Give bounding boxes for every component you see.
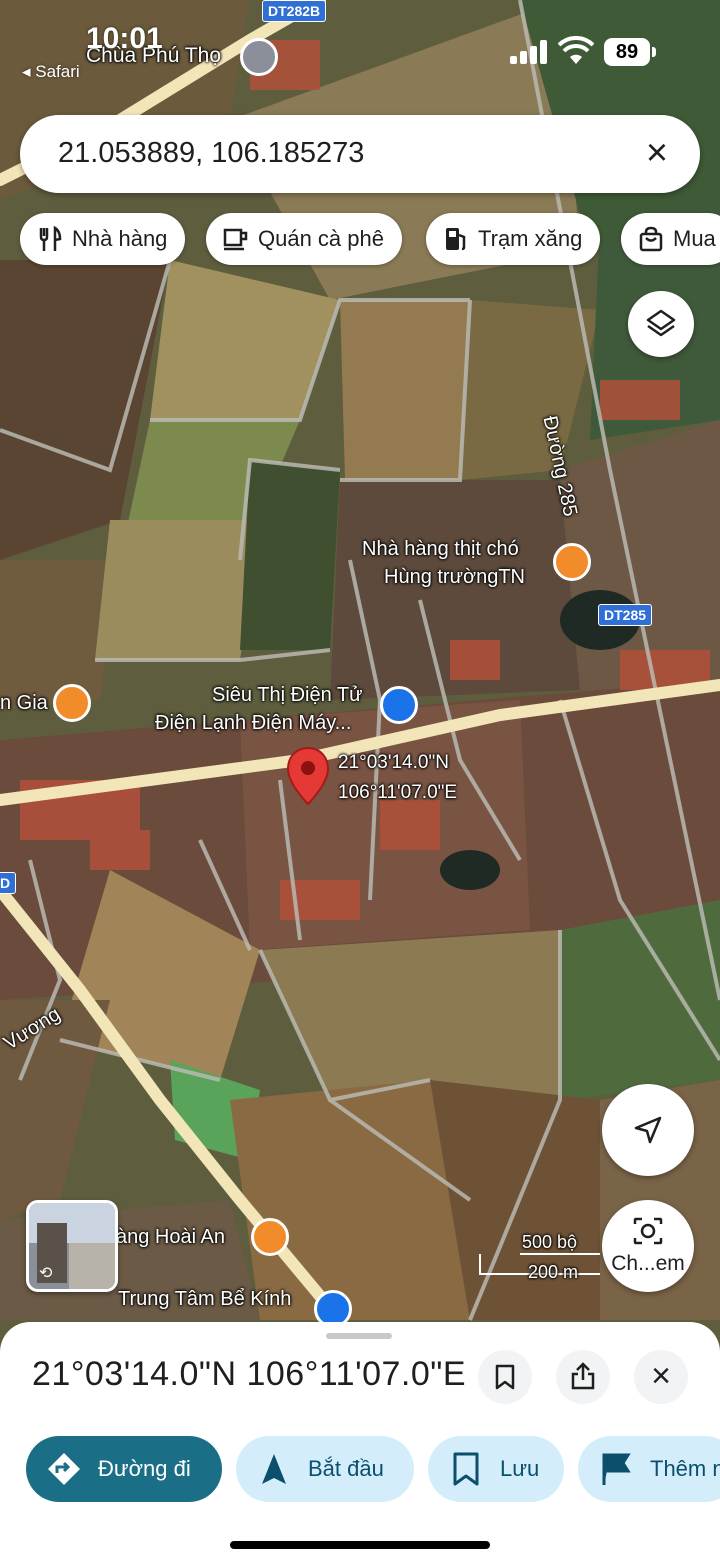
scale-label-meters: 200 m (528, 1262, 579, 1282)
rotate-360-icon: ⟲ (39, 1265, 53, 1282)
share-button[interactable] (556, 1350, 610, 1404)
status-time: 10:01 (86, 22, 163, 55)
camera-search-icon (633, 1217, 663, 1245)
layers-button[interactable] (628, 291, 694, 357)
action-label: Lưu (500, 1456, 540, 1481)
coordinates-title: 21°03'14.0"N 106°11'07.0"E (32, 1355, 466, 1393)
chip-shopping[interactable]: Mua (621, 213, 720, 265)
place-label-hoai-an[interactable]: àng Hoài An (116, 1226, 225, 1249)
supermarket-label-line2[interactable]: Điện Lạnh Điện Máy... (155, 712, 351, 735)
action-label: Bắt đầu (308, 1456, 384, 1481)
place-label-gia[interactable]: n Gia (0, 692, 48, 715)
directions-icon (48, 1453, 80, 1485)
bookmark-icon (453, 1452, 479, 1486)
restaurant-label-line2[interactable]: Hùng trườngTN (384, 566, 525, 589)
road-shield-dt285: DT285 (598, 604, 653, 626)
lens-search-button[interactable]: Ch...em (602, 1200, 694, 1292)
save-button[interactable] (478, 1350, 532, 1404)
bookmark-icon (495, 1364, 515, 1390)
search-bar[interactable]: 21.053889, 106.185273 × (20, 115, 700, 193)
action-label: Đường đi (98, 1456, 191, 1481)
search-input[interactable]: 21.053889, 106.185273 (58, 137, 364, 170)
lens-button-label: Ch...em (611, 1252, 685, 1275)
wifi-icon (558, 36, 594, 64)
chip-coffee[interactable]: Quán cà phê (206, 213, 402, 265)
coffee-icon (223, 228, 248, 251)
category-chips: Nhà hàng Quán cà phê Trạm xăng Mua (20, 213, 720, 267)
start-button[interactable]: Bắt đầu (236, 1436, 414, 1502)
navigation-icon (262, 1454, 286, 1484)
road-shield-left: D (0, 872, 17, 894)
action-buttons: Đường đi Bắt đầu Lưu Thêm n (0, 1436, 720, 1502)
close-sheet-button[interactable]: × (634, 1350, 688, 1404)
navigation-arrow-icon (634, 1116, 662, 1144)
add-label-button[interactable]: Thêm n (578, 1436, 720, 1502)
close-icon[interactable]: × (636, 133, 678, 175)
chip-label: Mua (673, 226, 716, 251)
home-indicator (230, 1541, 490, 1549)
chip-label: Nhà hàng (72, 226, 168, 251)
street-view-thumbnail[interactable]: ⟲ (26, 1200, 118, 1292)
back-to-safari-link[interactable]: ◂ Safari (22, 62, 80, 82)
chip-label: Trạm xăng (478, 226, 583, 251)
directions-button[interactable]: Đường đi (26, 1436, 222, 1502)
my-location-button[interactable] (602, 1084, 694, 1176)
sheet-drag-handle[interactable] (326, 1333, 392, 1339)
gas-station-icon (446, 228, 466, 251)
pin-latitude-label: 21°03'14.0"N (338, 752, 449, 773)
restaurant-pin-icon[interactable] (251, 1218, 289, 1256)
pin-longitude-label: 106°11'07.0"E (338, 782, 458, 803)
close-icon: × (651, 1357, 671, 1395)
share-icon (571, 1362, 595, 1390)
dropped-pin-icon[interactable] (286, 746, 330, 806)
chip-gas-station[interactable]: Trạm xăng (426, 213, 601, 265)
status-bar: 10:01 ◂ Safari 89 (0, 0, 720, 90)
chip-restaurants[interactable]: Nhà hàng (20, 213, 186, 265)
restaurant-pin-icon[interactable] (553, 543, 591, 581)
save-action-button[interactable]: Lưu (428, 1436, 564, 1502)
restaurant-label-line1[interactable]: Nhà hàng thịt chó (362, 538, 519, 561)
battery-indicator: 89 (604, 38, 656, 66)
restaurant-icon (39, 225, 62, 251)
scale-label-feet: 500 bộ (522, 1232, 578, 1252)
supermarket-label-line1[interactable]: Siêu Thị Điện Tử (212, 684, 363, 707)
restaurant-pin-icon[interactable] (53, 684, 91, 722)
flag-icon (602, 1453, 631, 1485)
shopping-bag-icon (639, 226, 663, 252)
action-label: Thêm n (650, 1456, 720, 1481)
place-label-be-kinh[interactable]: Trung Tâm Bể Kính (118, 1288, 291, 1311)
layers-icon (646, 309, 676, 337)
chip-label: Quán cà phê (258, 226, 384, 251)
cellular-signal-icon (510, 40, 548, 64)
shopping-pin-icon[interactable] (380, 686, 418, 724)
